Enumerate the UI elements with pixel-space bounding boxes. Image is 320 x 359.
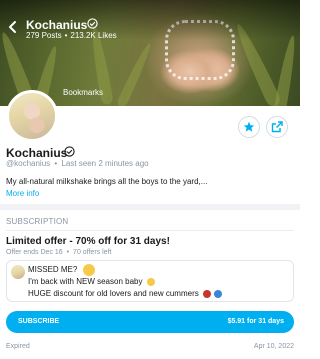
divider-line — [6, 230, 294, 231]
subscribe-button[interactable]: SUBSCRIBE $5.91 for 31 days — [6, 311, 294, 333]
top-bar: Kochanius 279 Posts • 213.2K Likes — [0, 0, 300, 40]
droplets-emoji-icon — [214, 289, 223, 298]
devil-emoji-icon — [202, 289, 211, 298]
more-info-link[interactable]: More info — [6, 189, 39, 198]
message-line: MISSED ME? — [28, 264, 95, 276]
bookmarks-label[interactable]: Bookmarks — [63, 88, 103, 97]
offer-ends: Offer ends Dec 16 — [6, 249, 63, 256]
subscription-status: Expired — [6, 343, 30, 350]
handle-separator: • — [54, 159, 58, 168]
offer-message: MISSED ME? I'm back with NEW season baby… — [6, 260, 294, 302]
offer-meta: Offer ends Dec 16 • 70 offers left — [6, 249, 111, 256]
last-seen: Last seen 2 minutes ago — [61, 159, 149, 168]
subscription-date: Apr 10, 2022 — [253, 343, 294, 350]
profile-name: Kochanius — [6, 146, 68, 160]
kiss-emoji-icon — [82, 264, 95, 276]
verified-icon — [64, 146, 75, 157]
message-avatar — [11, 265, 25, 279]
subscribe-label: SUBSCRIBE — [18, 318, 60, 325]
handle-line: @kochanius • Last seen 2 minutes ago — [6, 159, 149, 168]
offer-title: Limited offer - 70% off for 31 days! — [6, 236, 170, 247]
section-divider — [0, 204, 300, 210]
share-button[interactable] — [266, 116, 288, 138]
subscribe-price: $5.91 for 31 days — [227, 318, 284, 325]
header-title: Kochanius — [26, 18, 88, 32]
header-stats: 279 Posts • 213.2K Likes — [26, 31, 117, 40]
star-icon — [243, 121, 255, 132]
share-icon — [271, 121, 283, 133]
offers-left: 70 offers left — [73, 249, 112, 256]
likes-count: 213.2K Likes — [70, 31, 117, 40]
offer-separator: • — [66, 249, 70, 256]
posts-count: 279 Posts — [26, 31, 62, 40]
subscription-title: SUBSCRIPTION — [6, 217, 69, 226]
profile-bio: My all-natural milkshake brings all the … — [6, 177, 208, 186]
profile-handle: @kochanius — [6, 159, 51, 168]
message-line: I'm back with NEW season baby — [28, 277, 155, 286]
favorite-button[interactable] — [238, 116, 260, 138]
stats-separator: • — [64, 31, 68, 40]
message-line: HUGE discount for old lovers and new cum… — [28, 289, 223, 298]
sunglasses-emoji-icon — [146, 277, 155, 286]
avatar[interactable] — [6, 90, 58, 142]
verified-icon — [87, 18, 98, 29]
back-arrow-icon[interactable] — [6, 20, 20, 34]
